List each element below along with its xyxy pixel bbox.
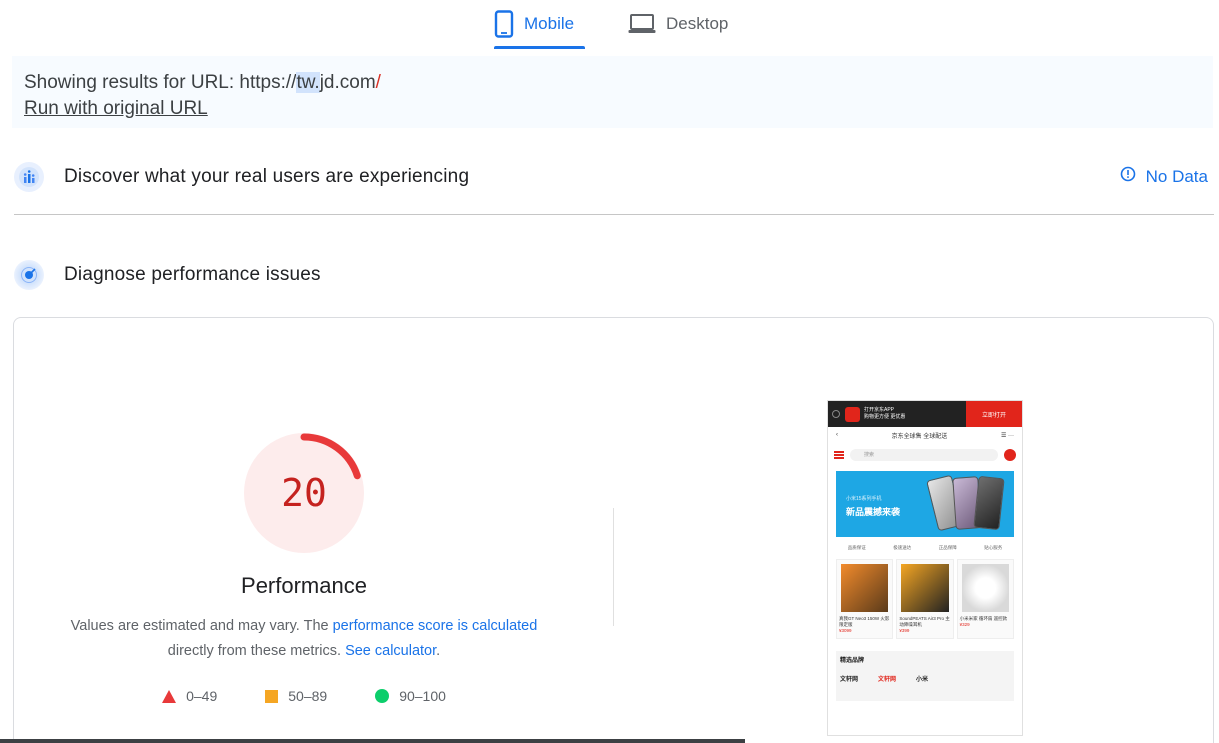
thumb-feature: 正品保障 [938, 545, 957, 550]
desc-text-1: Values are estimated and may vary. The [70, 618, 333, 634]
thumb-product-price: ¥329 [959, 622, 970, 627]
url-domain: jd.com [319, 72, 376, 93]
see-calculator-link[interactable]: See calculator [345, 643, 436, 659]
thumb-product-price: ¥399 [899, 628, 910, 633]
bottom-scrollbar[interactable] [0, 739, 745, 743]
thumb-phone-image [973, 475, 1005, 531]
thumb-open-app-button: 立即打开 [966, 401, 1022, 427]
legend-pass: 90–100 [375, 688, 446, 704]
legend-fail-label: 0–49 [186, 688, 218, 704]
score-calculated-link[interactable]: performance score is calculated [333, 618, 538, 634]
thumb-brands-title: 精选品牌 [840, 658, 865, 664]
legend-average: 50–89 [265, 688, 327, 704]
section-divider [14, 214, 1214, 215]
thumb-feature: 贴心服务 [984, 545, 1003, 550]
device-tabs: Mobile Desktop [0, 0, 1219, 50]
orange-square-icon [265, 689, 279, 703]
thumb-product-price: ¥3099 [839, 628, 852, 633]
thumb-search-box: 搜索 [850, 449, 998, 461]
thumb-user-icon [1004, 449, 1016, 461]
thumb-app-text-2: 购物更方便 更优惠 [864, 414, 906, 420]
info-icon [1120, 166, 1136, 187]
tab-mobile-label: Mobile [524, 14, 575, 33]
performance-card: 20 Performance Values are estimated and … [13, 317, 1214, 743]
thumb-app-text-1: 打开京东APP [864, 407, 895, 413]
smartphone-icon [494, 10, 514, 38]
legend-fail: 0–49 [162, 688, 217, 704]
thumb-product-image [961, 564, 1009, 612]
thumb-brand: 文轩网 [878, 677, 897, 683]
performance-title: Performance [241, 573, 367, 598]
score-legend: 0–49 50–89 90–100 [14, 688, 594, 704]
thumb-banner-title: 新品震撼来袭 [846, 507, 901, 517]
thumb-brands: 精选品牌 文轩网 文轩网 小米 [836, 651, 1014, 701]
thumb-product-card: 小米米家 循环扇 遥控款 ¥329 [956, 559, 1014, 639]
thumb-features: 品质保证 极速送达 正品保障 贴心服务 [828, 537, 1022, 555]
thumb-brand-row: 文轩网 文轩网 小米 [840, 674, 1010, 683]
thumb-banner-small: 小米15系列手机 [846, 496, 882, 502]
thumb-feature: 极速送达 [893, 545, 912, 550]
desc-text-2: directly from these metrics. [167, 643, 346, 659]
thumb-product-card: 真我GT Neo3 150W 火影限定版 ¥3099 [836, 559, 894, 639]
thumb-app-logo [845, 406, 860, 422]
desc-text-3: . [436, 643, 441, 659]
thumb-close-icon [832, 410, 840, 418]
thumb-back-icon: ‹ [836, 432, 838, 438]
no-data-label: No Data [1145, 166, 1208, 186]
thumb-app-bar: 打开京东APP 购物更方便 更优惠 立即打开 [828, 401, 1022, 427]
thumb-more-icon: ☰ ··· [1000, 432, 1014, 439]
thumb-menu-icon [834, 451, 844, 459]
thumb-search-row: 搜索 [828, 443, 1022, 465]
laptop-icon [628, 13, 656, 35]
thumb-nav: ‹ 京东全球售 全球配送 ☰ ··· [828, 427, 1022, 443]
thumb-app-text: 打开京东APP 购物更方便 更优惠 [864, 407, 966, 421]
thumb-banner: 小米15系列手机 新品震撼来袭 [836, 471, 1014, 537]
url-slash: / [375, 72, 381, 93]
tab-mobile[interactable]: Mobile [494, 0, 585, 49]
crux-section-header[interactable]: Discover what your real users are experi… [14, 158, 1214, 196]
thumb-product-card: SoundPEATS Air3 Pro 主动降噪耳机 ¥399 [896, 559, 954, 639]
thumb-product-name: 真我GT Neo3 150W 火影限定版 [839, 616, 890, 627]
url-notice-text: Showing results for URL: https://tw.jd.c… [24, 70, 1201, 96]
legend-pass-label: 90–100 [399, 688, 446, 704]
thumb-product-image [841, 564, 889, 612]
url-highlight: tw. [296, 72, 320, 93]
performance-description: Values are estimated and may vary. The p… [54, 614, 554, 664]
red-triangle-icon [162, 689, 177, 703]
thumb-brand: 小米 [916, 677, 929, 683]
final-screenshot-thumbnail[interactable]: 打开京东APP 购物更方便 更优惠 立即打开 ‹ 京东全球售 全球配送 ☰ ···… [827, 400, 1023, 736]
vertical-divider [613, 508, 614, 626]
thumb-feature: 品质保证 [847, 545, 866, 550]
green-circle-icon [375, 689, 390, 703]
diagnose-section-title: Diagnose performance issues [64, 264, 321, 285]
url-prefix: Showing results for URL: https:// [24, 72, 297, 93]
thumb-brand: 文轩网 [840, 677, 859, 683]
thumb-product-name: SoundPEATS Air3 Pro 主动降噪耳机 [899, 616, 950, 627]
performance-score-value: 20 [281, 471, 327, 515]
legend-average-label: 50–89 [288, 688, 328, 704]
performance-score-gauge[interactable]: 20 [243, 432, 365, 554]
lab-diagnostics-icon [14, 260, 44, 290]
no-data-indicator: No Data [1120, 166, 1208, 187]
users-chart-icon [14, 162, 44, 192]
thumb-products: 真我GT Neo3 150W 火影限定版 ¥3099 SoundPEATS Ai… [828, 555, 1022, 643]
thumb-nav-title: 京东全球售 全球配送 [891, 433, 948, 440]
run-original-url-link[interactable]: Run with original URL [24, 96, 208, 122]
tab-desktop-label: Desktop [666, 14, 729, 33]
tab-desktop[interactable]: Desktop [628, 0, 748, 48]
diagnose-section-header: Diagnose performance issues [14, 256, 1214, 294]
url-notice: Showing results for URL: https://tw.jd.c… [12, 56, 1213, 128]
thumb-product-image [901, 564, 949, 612]
crux-section-title: Discover what your real users are experi… [64, 166, 470, 187]
